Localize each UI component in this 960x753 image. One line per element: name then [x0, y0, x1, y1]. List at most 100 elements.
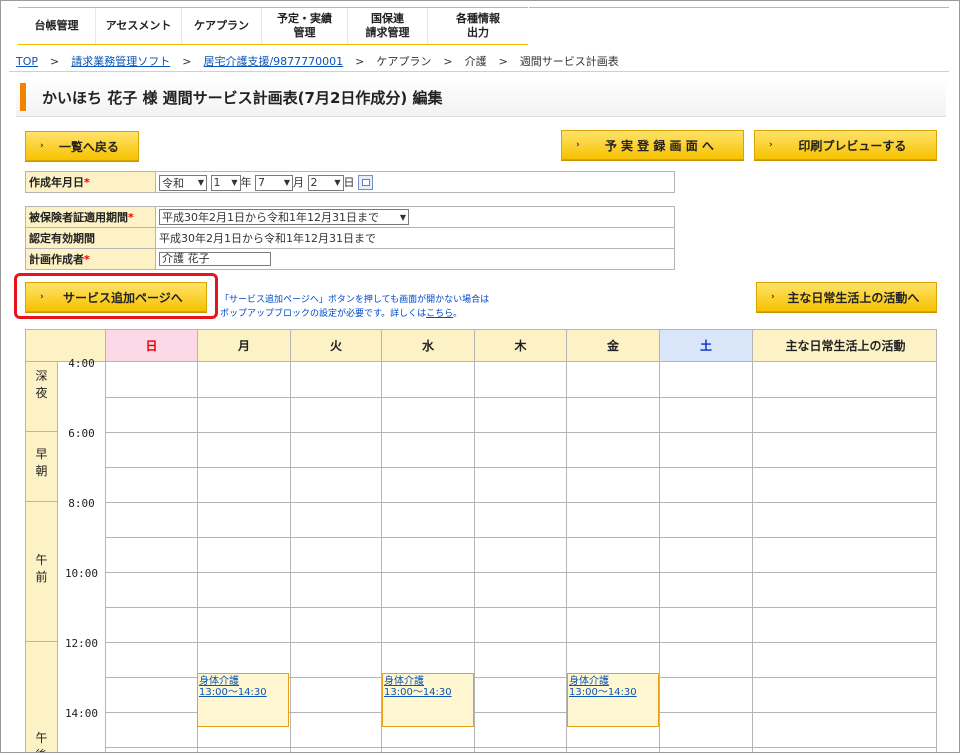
schedule-register-button[interactable]: › 予 実 登 録 画 面 へ — [561, 130, 744, 160]
weekly-schedule-grid: 日 月 火 水 木 金 土 主な日常生活上の活動 深 夜 早 朝 午 前 午 後… — [25, 329, 937, 752]
breadcrumb-separator: > — [50, 54, 60, 68]
chevron-right-icon: › — [769, 140, 773, 150]
time-label: 14:00 — [64, 707, 99, 720]
breadcrumb-billing-link[interactable]: 請求業務管理ソフト — [71, 53, 170, 69]
service-block-fri[interactable]: 身体介護 13:00～14:30 — [567, 673, 659, 727]
day-header-sun: 日 — [106, 330, 198, 362]
service-name-link[interactable]: 身体介護 — [569, 676, 657, 687]
period-early-morning: 早 朝 — [26, 432, 58, 502]
planner-input[interactable]: 介護 花子 — [159, 252, 271, 266]
breadcrumb: TOP > 請求業務管理ソフト > 居宅介護支援/9877770001 > ケア… — [16, 53, 619, 69]
daily-activities-label: 主な日常生活上の活動へ — [787, 290, 920, 305]
breadcrumb-separator: > — [182, 54, 192, 68]
breadcrumb-separator: > — [498, 54, 508, 68]
column-divider — [105, 362, 106, 752]
print-preview-label: 印刷プレビューする — [798, 138, 907, 153]
day-unit: 日 — [343, 175, 355, 189]
month-unit: 月 — [293, 175, 304, 189]
popup-block-note: 「サービス追加ページへ」ボタンを押しても画面が開かない場合は ポップアップブロッ… — [220, 293, 489, 321]
cert-period-label: 認定有効期間 — [25, 227, 156, 249]
popup-note-end: 。 — [453, 309, 463, 319]
insurance-period-label: 被保険者証適用期間* — [25, 206, 156, 228]
year-select[interactable]: 1 ▼ — [210, 174, 241, 191]
service-name-link[interactable]: 身体介護 — [384, 676, 472, 687]
grid-row-line — [106, 642, 936, 643]
menu-info-output[interactable]: 各種情報 出力 — [428, 8, 528, 44]
grid-row-line — [106, 432, 936, 433]
day-header-wed: 水 — [382, 330, 475, 362]
day-header-thu: 木 — [475, 330, 567, 362]
calendar-icon[interactable] — [358, 175, 373, 190]
menu-assessment[interactable]: アセスメント — [96, 8, 182, 44]
service-block-mon[interactable]: 身体介護 13:00～14:30 — [197, 673, 289, 727]
column-divider — [290, 362, 291, 752]
insurance-period-cell: 平成30年2月1日から令和1年12月31日まで ▼ — [155, 206, 675, 228]
created-date-table: 作成年月日* 令和 ▼ 1 ▼ 年 7 ▼ 月 2 ▼ 日 — [25, 171, 675, 193]
popup-note-link[interactable]: こちら — [426, 309, 453, 319]
chevron-down-icon: ▼ — [399, 212, 406, 222]
grid-row-line — [106, 607, 936, 608]
popup-note-line1: 「サービス追加ページへ」ボタンを押しても画面が開かない場合は — [220, 295, 490, 305]
page-title: かいほち 花子 様 週間サービス計画表(7月2日作成分) 編集 — [42, 89, 443, 107]
grid-row-line — [106, 572, 936, 573]
column-divider — [752, 362, 753, 752]
chevron-down-icon: ▼ — [283, 178, 290, 187]
year-unit: 年 — [240, 175, 252, 189]
day-header-tue: 火 — [291, 330, 382, 362]
cert-period-value: 平成30年2月1日から令和1年12月31日まで — [155, 227, 675, 249]
insurance-period-select[interactable]: 平成30年2月1日から令和1年12月31日まで ▼ — [159, 209, 409, 225]
planner-label: 計画作成者* — [25, 248, 156, 270]
title-bar: かいほち 花子 様 週間サービス計画表(7月2日作成分) 編集 — [16, 79, 946, 117]
grid-row-line — [106, 537, 936, 538]
highlight-box — [14, 273, 218, 319]
grid-row-line — [106, 747, 936, 748]
time-label: 12:00 — [64, 637, 99, 650]
activities-header: 主な日常生活上の活動 — [753, 330, 936, 362]
planner-cell: 介護 花子 — [155, 248, 675, 270]
period-morning: 午 前 — [26, 502, 58, 642]
chevron-down-icon: ▼ — [197, 178, 204, 187]
menu-ledger[interactable]: 台帳管理 — [18, 8, 96, 44]
breadcrumb-kaigo: 介護 — [464, 55, 487, 68]
era-select[interactable]: 令和 ▼ — [159, 174, 207, 191]
time-label: 6:00 — [68, 427, 95, 440]
top-menu: 台帳管理 アセスメント ケアプラン 予定・実績 管理 国保連 請求管理 各種情報… — [18, 7, 528, 45]
print-preview-button[interactable]: › 印刷プレビューする — [754, 130, 937, 160]
grid-row-line — [106, 467, 936, 468]
time-label: 8:00 — [68, 497, 95, 510]
service-time-link[interactable]: 13:00～14:30 — [569, 687, 657, 698]
breadcrumb-top-link[interactable]: TOP — [16, 55, 38, 68]
created-date-fields: 令和 ▼ 1 ▼ 年 7 ▼ 月 2 ▼ 日 — [155, 171, 675, 193]
breadcrumb-current: 週間サービス計画表 — [519, 55, 619, 68]
title-accent-bar — [20, 83, 26, 111]
day-header-sat: 土 — [660, 330, 753, 362]
time-label: 4:00 — [68, 357, 95, 370]
grid-row-line — [106, 397, 936, 398]
day-select[interactable]: 2 ▼ — [307, 174, 344, 191]
service-block-wed[interactable]: 身体介護 13:00～14:30 — [382, 673, 474, 727]
menu-careplan[interactable]: ケアプラン — [182, 8, 262, 44]
daily-activities-button[interactable]: › 主な日常生活上の活動へ — [756, 282, 937, 312]
chevron-down-icon: ▼ — [231, 178, 238, 187]
month-select[interactable]: 7 ▼ — [255, 174, 293, 191]
chevron-down-icon: ▼ — [334, 178, 341, 187]
breadcrumb-careplan: ケアプラン — [376, 55, 432, 68]
menu-divider — [529, 7, 949, 8]
menu-kokuho-billing[interactable]: 国保連 請求管理 — [348, 8, 428, 44]
period-afternoon: 午 後 — [26, 642, 58, 752]
grid-row-line — [106, 502, 936, 503]
service-time-link[interactable]: 13:00～14:30 — [384, 687, 472, 698]
menu-schedule-results[interactable]: 予定・実績 管理 — [262, 8, 348, 44]
period-late-night: 深 夜 — [26, 362, 58, 432]
breadcrumb-separator: > — [443, 54, 453, 68]
chevron-right-icon: › — [40, 141, 44, 151]
back-to-list-button[interactable]: › 一覧へ戻る — [25, 131, 139, 161]
day-header-fri: 金 — [567, 330, 660, 362]
popup-note-line2: ポップアップブロックの設定が必要です。詳しくは — [220, 309, 427, 319]
breadcrumb-office-link[interactable]: 居宅介護支援/9877770001 — [203, 53, 343, 69]
service-name-link[interactable]: 身体介護 — [199, 676, 287, 687]
breadcrumb-separator: > — [355, 54, 365, 68]
service-time-link[interactable]: 13:00～14:30 — [199, 687, 287, 698]
period-table: 被保険者証適用期間* 平成30年2月1日から令和1年12月31日まで ▼ 認定有効… — [25, 206, 675, 270]
created-date-label: 作成年月日* — [25, 171, 156, 193]
